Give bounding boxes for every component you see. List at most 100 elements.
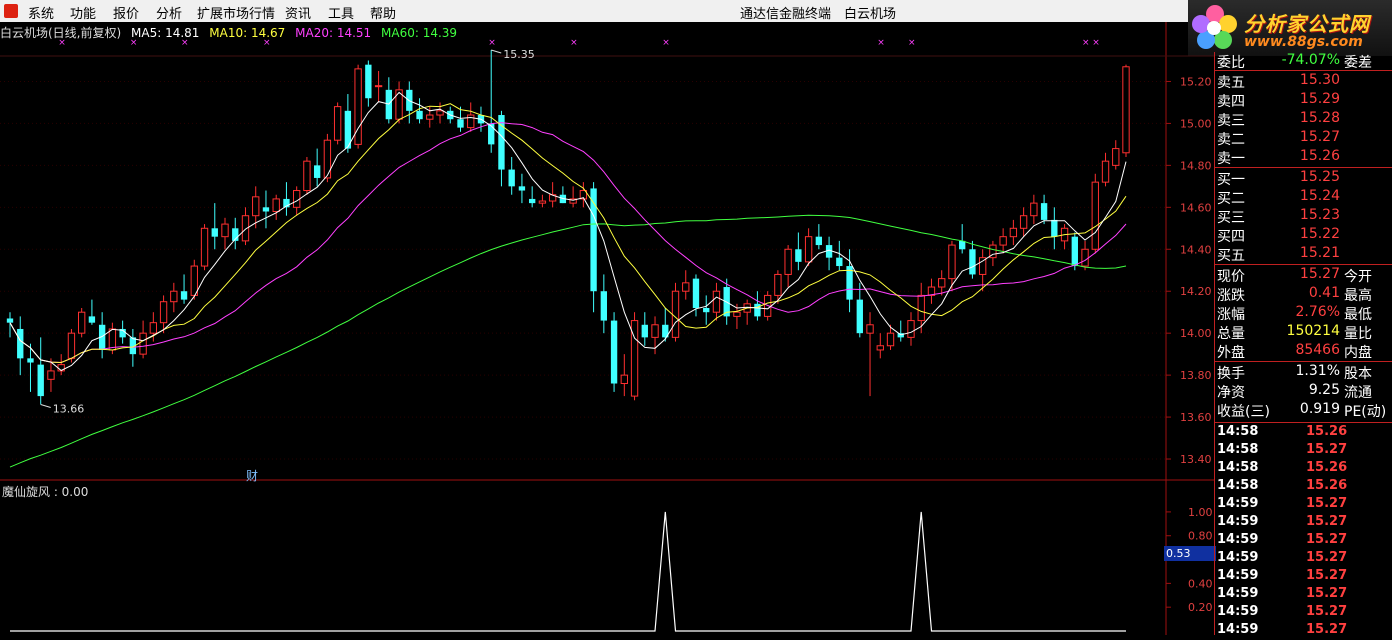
tick-price: 15.27 [1306,514,1348,529]
sub-indicator-line [10,511,1126,632]
candle-body-down [457,119,464,128]
ma5-line [9,91,1127,372]
menu-item-ext-market[interactable]: 扩展市场行情 [197,3,275,22]
candle-body-down [180,291,188,300]
candle-body-down [37,364,44,397]
stat2-row: 收益(三) 0.919 PE(动) [1214,401,1392,420]
candle-body-up [651,324,659,338]
y-tick-label: 13.40 [1180,453,1212,466]
stat2-row-value: 9.25 [1308,382,1340,398]
menu-item-news[interactable]: 资讯 [285,3,311,22]
stat-row-label2: 今开 [1344,269,1372,285]
candle-body-up [538,200,547,204]
candle-body-up [999,236,1007,246]
tick-price: 15.27 [1306,496,1348,511]
candle-body-down [518,186,526,191]
candle-body-up [323,139,332,179]
y-tick-label: 13.60 [1180,411,1212,424]
menu-item-tools[interactable]: 工具 [328,3,354,22]
candle-body-up [170,290,178,303]
brand-banner: 分析家公式网 www.88gs.com [1188,0,1392,56]
sep-stats [1214,361,1392,362]
event-marker: × [662,38,670,48]
candle-body-up [804,236,813,263]
candle-body-up [712,290,721,313]
stat2-row-label: 净资 [1217,385,1245,401]
sell-row: 卖三 15.28 [1214,110,1392,129]
candle-body-up [682,282,690,292]
candle-body-up [1019,215,1028,229]
event-marker: × [908,38,916,48]
stat-row-value: 2.76% [1295,304,1340,320]
event-marker: × [58,38,66,48]
menu-item-analysis[interactable]: 分析 [156,3,182,22]
tick-price: 15.26 [1306,424,1348,439]
price-chart[interactable]: 15.20 15.00 14.80 14.60 14.40 14.20 14.00 13.80… [0,22,1214,635]
finance-marker[interactable]: 财 [246,467,258,484]
brand-url: www.88gs.com [1244,34,1363,50]
tick-price: 15.27 [1306,550,1348,565]
tick-row: 14:59 15.27 [1214,586,1392,604]
candle-body-up [333,106,342,141]
sell-row-label: 卖五 [1217,75,1245,91]
buy-row: 买二 15.24 [1214,188,1392,207]
candle-body-down [416,110,423,120]
candle-body-up [467,114,475,129]
event-marker: × [130,38,138,48]
ratio-row: 委比 -74.07% 委差 [1214,52,1392,71]
menu-item-function[interactable]: 功能 [70,3,96,22]
sell-row: 卖二 15.27 [1214,129,1392,148]
menu-item-help[interactable]: 帮助 [370,3,396,22]
candle-body-up [938,278,946,288]
low-marker-label: 13.66 [53,402,84,415]
stat-row: 涨跌 0.41 最高 [1214,285,1392,304]
tick-time: 14:59 [1217,604,1259,619]
event-marker: × [1082,38,1090,48]
candle-body-down [590,188,597,292]
brand-name: 分析家公式网 [1244,12,1370,36]
candle-body-up [190,265,198,296]
y-tick-label: 13.80 [1180,369,1212,382]
tick-time: 14:58 [1217,442,1259,457]
buy-row: 买三 15.23 [1214,207,1392,226]
tick-time: 14:59 [1217,514,1259,529]
candle-body-up [159,301,168,324]
menu-item-system[interactable]: 系统 [28,3,54,22]
y-tick-label: 14.00 [1180,327,1212,340]
stat-row-value: 15.27 [1299,266,1340,282]
sep-ratio [1214,70,1392,71]
candle-body-up [948,244,956,280]
candle-body-up [907,320,915,338]
stat-row-label2: 内盘 [1344,345,1372,361]
candle-body-down [1071,236,1078,267]
ratio-label: 委比 [1217,55,1245,71]
sep-buys [1214,264,1392,265]
candle-body-up [978,257,987,275]
candle-body-down [969,249,976,275]
sell-row-label: 卖二 [1217,132,1245,148]
stat2-row-label2: 流通 [1344,385,1372,401]
stat-row-value: 0.41 [1308,285,1340,301]
stat-row-label: 总量 [1217,326,1245,342]
buy-row-value: 15.22 [1299,226,1340,242]
tick-time: 14:58 [1217,460,1259,475]
stat-row-value: 150214 [1286,323,1340,339]
tick-row: 14:59 15.27 [1214,604,1392,622]
event-marker: × [488,38,496,48]
y-tick-label: 14.80 [1180,159,1212,172]
tick-price: 15.27 [1306,532,1348,547]
high-marker-line [491,49,502,54]
candle-body-down [846,266,853,300]
candle-body-up [1091,181,1099,250]
tick-price: 15.27 [1306,442,1348,457]
candle-body-up [47,370,55,380]
candle-body-up [1009,227,1018,238]
candle-body-up [1101,160,1110,183]
sell-row-label: 卖三 [1217,113,1245,129]
tick-row: 14:59 15.27 [1214,568,1392,586]
menu-item-quote[interactable]: 报价 [113,3,139,22]
tick-time: 14:59 [1217,568,1259,583]
candle-body-down [6,318,14,323]
y-tick-label: 15.20 [1180,75,1212,88]
stat-row-label: 外盘 [1217,345,1245,361]
